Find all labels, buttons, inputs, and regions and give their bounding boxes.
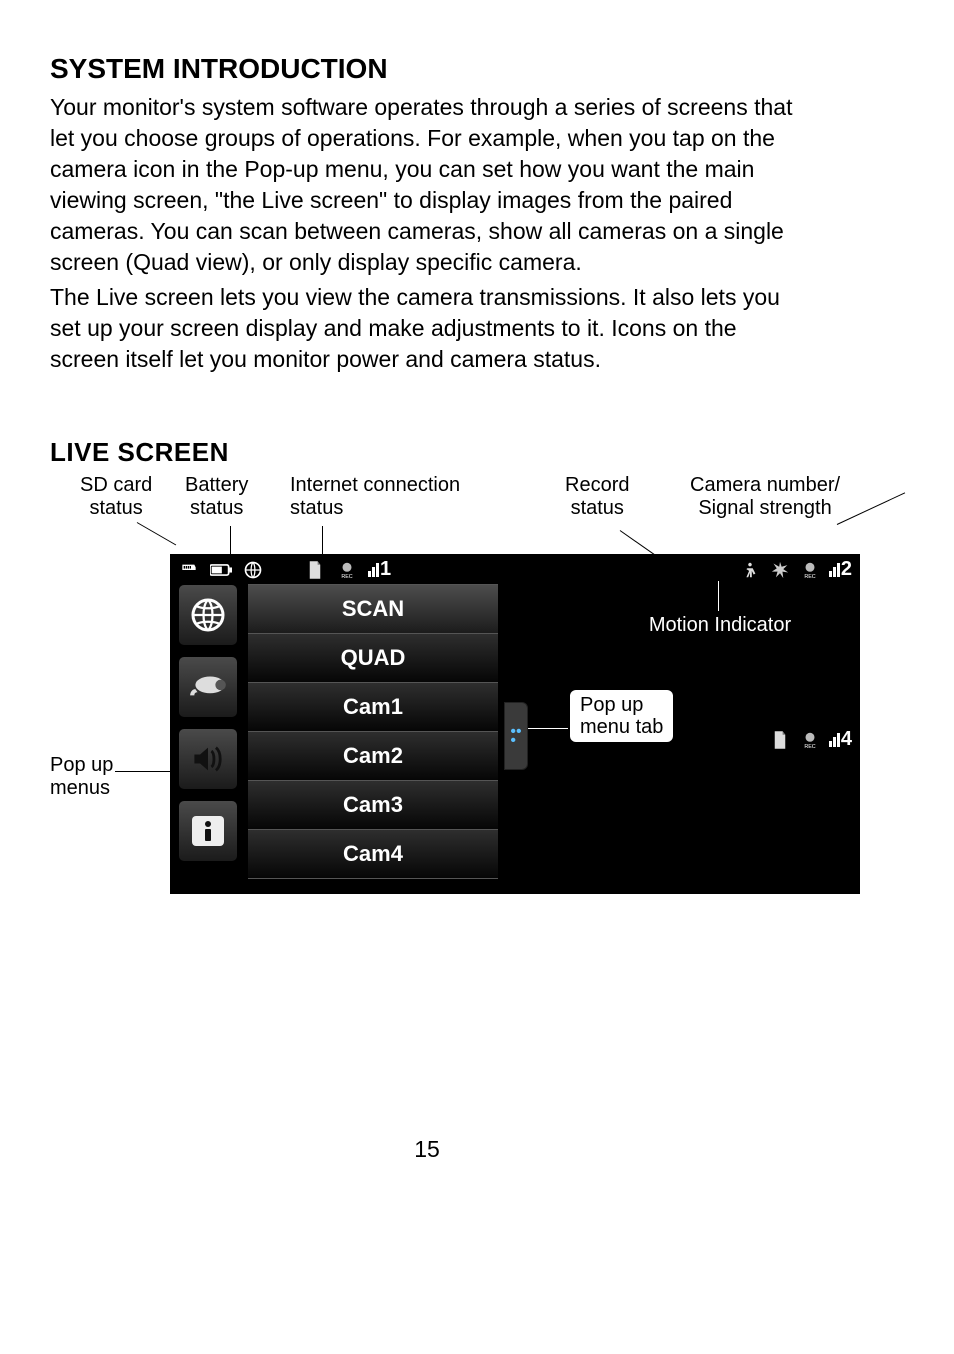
menu-item-cam1[interactable]: Cam1 <box>248 683 498 732</box>
live-screen-figure: SD cardstatus Batterystatus Internet con… <box>50 474 870 914</box>
record-doc-icon-q1 <box>304 559 326 581</box>
menu-item-quad[interactable]: QUAD <box>248 634 498 683</box>
rec-icon-q4: REC <box>799 729 821 751</box>
signal-q2: 2 <box>829 556 852 583</box>
callout-motion-indicator: Motion Indicator <box>620 612 820 639</box>
status-bar-q2: REC 2 <box>739 556 852 583</box>
svg-text:REC: REC <box>341 574 352 579</box>
menu-item-cam2[interactable]: Cam2 <box>248 732 498 781</box>
rec-icon-q2: REC <box>799 559 821 581</box>
callout-popup-menu-tab: Pop upmenu tab <box>570 690 673 742</box>
intro-paragraph-1: Your monitor's system software operates … <box>50 92 804 278</box>
live-screen-subheading: LIVE SCREEN <box>50 435 804 470</box>
popup-audio-button[interactable] <box>178 728 238 790</box>
internet-icon <box>242 559 264 581</box>
monitor-screen: REC 1 REC 2 Motion Indicator <box>170 554 860 894</box>
info-icon <box>192 816 224 846</box>
menu-tab-dots-icon: ••• <box>510 727 521 746</box>
callout-record-status: Recordstatus <box>565 474 629 520</box>
popup-menu-list: SCAN QUAD Cam1 Cam2 Cam3 Cam4 <box>248 584 498 879</box>
callout-popup-menus: Pop upmenus <box>50 754 113 800</box>
callout-sd-card-status: SD cardstatus <box>80 474 152 520</box>
menu-item-cam4[interactable]: Cam4 <box>248 830 498 879</box>
status-bar-q4: REC 4 <box>769 726 852 753</box>
new-icon <box>769 559 791 581</box>
callout-camera-signal: Camera number/Signal strength <box>690 474 840 520</box>
signal-q4: 4 <box>829 726 852 753</box>
popup-menu-tab[interactable]: ••• <box>504 702 528 770</box>
rec-icon-q1: REC <box>336 559 358 581</box>
sd-card-icon <box>178 559 200 581</box>
section-heading: SYSTEM INTRODUCTION <box>50 50 804 88</box>
popup-globe-button[interactable] <box>178 584 238 646</box>
popup-camera-button[interactable] <box>178 656 238 718</box>
page-number: 15 <box>50 1134 804 1165</box>
svg-text:REC: REC <box>804 574 815 579</box>
callout-internet-status: Internet connectionstatus <box>290 474 460 520</box>
popup-icon-column <box>178 584 238 872</box>
svg-text:REC: REC <box>804 744 815 749</box>
popup-info-button[interactable] <box>178 800 238 862</box>
record-doc-icon-q4 <box>769 729 791 751</box>
battery-icon <box>210 559 232 581</box>
menu-item-scan[interactable]: SCAN <box>248 584 498 634</box>
status-bar-left: REC 1 <box>178 556 391 583</box>
intro-paragraph-2: The Live screen lets you view the camera… <box>50 282 804 375</box>
signal-q1: 1 <box>368 556 391 583</box>
callout-battery-status: Batterystatus <box>185 474 248 520</box>
menu-item-cam3[interactable]: Cam3 <box>248 781 498 830</box>
motion-icon <box>739 559 761 581</box>
